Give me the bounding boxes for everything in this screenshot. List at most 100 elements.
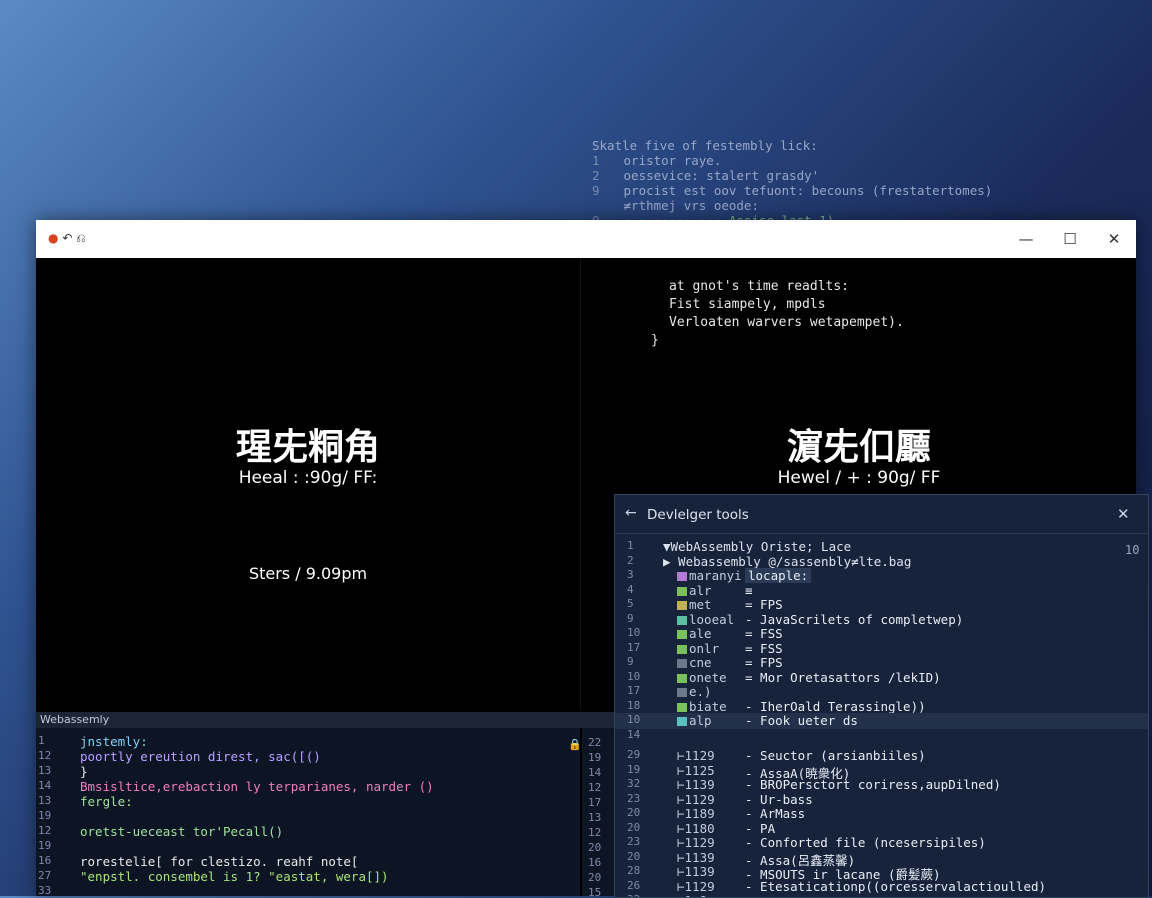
overlay-code-line: Verloaten warvers wetapempet). — [669, 315, 904, 330]
devtools-key-text: looeal — [689, 611, 735, 627]
devtools-key-text: met — [689, 597, 712, 612]
type-color-icon — [677, 702, 687, 712]
devtools-key-text: alr — [689, 582, 712, 598]
devtools-line-number: 28 — [627, 864, 641, 877]
devtools-key: ▼WebAssembly Oriste; Lace — [663, 539, 851, 554]
devtools-line-number: 14 — [627, 727, 641, 741]
devtools-line-number: 18 — [627, 698, 641, 712]
type-color-icon — [677, 615, 687, 625]
editor-line-number: 12 — [38, 824, 52, 837]
devtools-line-number: 23 — [627, 835, 641, 848]
type-color-icon — [677, 659, 687, 668]
editor-line-number: 13 — [38, 794, 52, 807]
devtools-key: ⊢1129 — [677, 835, 715, 850]
overlay-code-line: } — [651, 333, 659, 348]
devtools-key: biate — [677, 699, 727, 714]
developer-tools-panel: ← Devlelger tools ✕ 10 1 ▼WebAssembly Ori… — [614, 494, 1149, 898]
devtools-line-number: 29 — [627, 748, 641, 761]
devtools-value: = FSS — [745, 640, 783, 656]
editor-line-number: 12 — [38, 749, 52, 762]
devtools-line-number: 20 — [627, 806, 641, 819]
devtools-value: - Conforted file (ncesersipiles) — [745, 835, 986, 850]
editor-2-line-number: 13 — [588, 811, 602, 824]
devtools-value: - Etesaticationp((orcesservalactioulled) — [745, 878, 1047, 894]
devtools-line-number: 17 — [627, 640, 641, 654]
devtools-key: ⊢1139 — [677, 777, 715, 792]
devtools-key-text: onlr — [689, 640, 720, 656]
devtools-close-icon[interactable]: ✕ — [1117, 505, 1130, 523]
devtools-key: ⊢1129 — [677, 879, 715, 894]
devtools-key-text: ⊢1129 — [677, 748, 715, 763]
devtools-key: maranyi — [677, 568, 742, 583]
devtools-line-number: 9 — [627, 655, 634, 668]
devtools-line-number: 26 — [627, 878, 641, 892]
devtools-line-number: 10 — [627, 626, 641, 639]
devtools-line-number: 4 — [627, 582, 634, 596]
type-color-icon — [677, 688, 687, 697]
editor-line-number: 33 — [38, 884, 52, 896]
devtools-line-number: 32 — [627, 777, 641, 790]
editor-2-line-number: 20 — [588, 871, 602, 884]
background-code-line-text: ≠rthmej vrs oeode: — [616, 198, 759, 213]
background-code-line: ≠rthmej vrs oeode: — [592, 198, 1012, 213]
devtools-value: - Seuctor (arsianbiiles) — [745, 748, 926, 763]
editor-line-text: poortly ereution direst, sac([() — [80, 749, 321, 764]
devtools-value: locaple: — [745, 568, 812, 583]
code-editor[interactable]: 1 jnstemly: 12 poortly ereution direst, sac… — [36, 728, 580, 896]
editor-2-line-number: 22 — [588, 736, 602, 749]
devtools-line-number: 5 — [627, 597, 634, 610]
maximize-button[interactable]: ☐ — [1050, 225, 1090, 253]
devtools-key-text: ale — [689, 626, 712, 641]
type-color-icon — [677, 586, 687, 596]
close-button[interactable]: ✕ — [1094, 225, 1134, 253]
devtools-line-number: 19 — [627, 762, 641, 776]
devtools-line-number: 10 — [627, 713, 641, 726]
editor-line-number: 19 — [38, 839, 52, 852]
devtools-value: = FPS — [745, 655, 783, 670]
editor-2-line-number: 16 — [588, 856, 602, 869]
left-time: Sters / 9.09pm — [248, 564, 368, 583]
editor-line-text: oretst-ueceast tor'Pecall() — [80, 824, 284, 839]
minimize-button[interactable]: — — [1006, 225, 1046, 253]
devtools-tree-row[interactable]: 14 — [615, 728, 1148, 744]
devtools-key-text: ▶ Webassembly @/sassenbly≠lte.bag — [663, 553, 912, 569]
devtools-key-text: biate — [689, 698, 727, 714]
type-color-icon — [677, 644, 687, 654]
editor-line-number: 19 — [38, 809, 52, 822]
editor-line-text: fergle: — [80, 794, 133, 809]
editor-line-text: "enpstl. consembel is 1? "eastat, wera[]… — [80, 869, 389, 884]
devtools-value: - IherOald Terassingle)) — [745, 698, 926, 714]
devtools-key: ⊢1180 — [677, 821, 715, 836]
devtools-key-text: onete — [689, 669, 727, 685]
app-logo-icon: ● — [48, 231, 59, 245]
background-code-line-number: 1 — [592, 153, 600, 168]
background-code-line: 2 oessevice: stalert grasdy' — [592, 168, 1012, 183]
devtools-key-text: maranyi — [689, 568, 742, 583]
history-icon[interactable]: ↶ ⎌ — [62, 231, 85, 245]
left-stat: Heeal : :90g/ FF: — [238, 468, 378, 488]
editor-line-number: 27 — [38, 869, 52, 882]
devtools-key: ⊢1189 — [677, 806, 715, 821]
back-arrow-icon[interactable]: ← — [625, 505, 637, 521]
background-code-line-text: oristor raye. — [616, 153, 722, 168]
devtools-key: ⊢1139 — [677, 850, 715, 865]
editor-line-text: Bmsisltice,erebaction ly terparianes, na… — [80, 779, 434, 794]
devtools-value: ≡ — [745, 582, 753, 598]
devtools-value: - JavaScrilets of completwep) — [745, 611, 964, 627]
devtools-key: ▶ Webassembly @/sassenbly≠lte.bag — [663, 554, 911, 569]
devtools-key-text: ▼WebAssembly Oriste; Lace — [663, 539, 852, 554]
title-bar: ● ↶ ⎌ — ☐ ✕ — [36, 220, 1136, 258]
devtools-value: - BROPersctort coriress,aupDilned) — [745, 777, 1001, 792]
devtools-line-number: 10 — [627, 669, 641, 683]
editor-2-line-number: 14 — [588, 766, 602, 779]
background-code-line-number: 2 — [592, 168, 600, 183]
editor-line-text: rorestelie[ for clestizo. reahf note[ — [80, 854, 359, 869]
devtools-key: e.) — [677, 684, 712, 699]
devtools-line-number: 9 — [627, 611, 634, 625]
background-code: Skatle five of festembly lick: 1 oristor… — [592, 138, 1012, 222]
devtools-key-text: cne — [689, 655, 712, 670]
left-heading: 瑆兂粡角 — [235, 427, 380, 468]
devtools-key: cne — [677, 655, 712, 670]
editor-2-line-number: 12 — [588, 826, 602, 839]
overlay-code-line: Fist siampely, mpdls — [669, 297, 826, 312]
